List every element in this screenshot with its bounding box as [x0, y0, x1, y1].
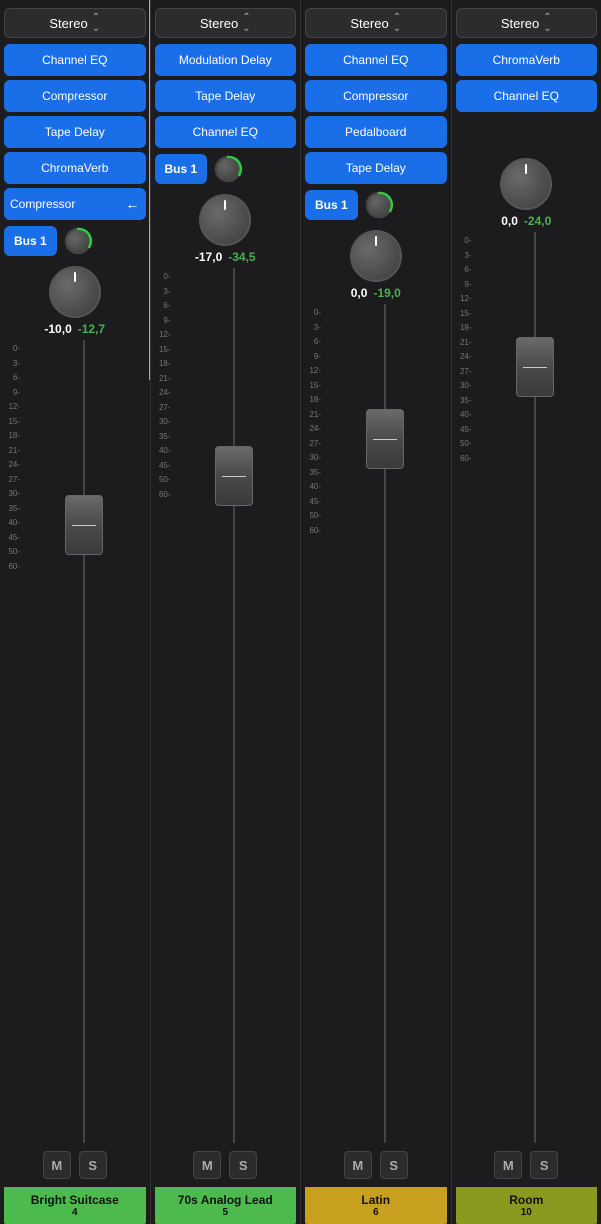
- vol-peak-2: -34,5: [228, 250, 255, 264]
- plugin-pedalboard-3[interactable]: Pedalboard: [305, 116, 447, 148]
- vol-db-4: 0,0: [501, 214, 518, 228]
- pan-indicator-1: [74, 272, 76, 282]
- vol-peak-1: -12,7: [78, 322, 105, 336]
- channel-number-3: 6: [307, 1207, 445, 1218]
- fader-scale-4: 0- 3- 6- 9- 12- 15- 18- 21- 24- 27- 30- …: [456, 232, 474, 1143]
- vol-db-2: -17,0: [195, 250, 222, 264]
- bus-btn-3[interactable]: Bus 1: [305, 190, 358, 220]
- bus-row-3: Bus 1: [305, 190, 447, 220]
- vol-numbers-4: 0,0 -24,0: [501, 214, 551, 228]
- stereo-arrow-4: ⌃⌄: [543, 12, 551, 34]
- fader-handle-2[interactable]: [215, 446, 253, 506]
- plugin-chromaverb-1[interactable]: ChromaVerb: [4, 152, 146, 184]
- channel-label-1: Bright Suitcase4: [4, 1187, 146, 1224]
- pan-knob-3[interactable]: [350, 230, 402, 282]
- mute-btn-3[interactable]: M: [344, 1151, 372, 1179]
- bus-row-2: Bus 1: [155, 154, 297, 184]
- fader-scale-3: 0- 3- 6- 9- 12- 15- 18- 21- 24- 27- 30- …: [305, 304, 323, 1143]
- fader-scale-2: 0- 3- 6- 9- 12- 15- 18- 21- 24- 27- 30- …: [155, 268, 173, 1143]
- bus-knob-inner-1: [67, 230, 89, 252]
- solo-btn-1[interactable]: S: [79, 1151, 107, 1179]
- channel-number-4: 10: [458, 1207, 596, 1218]
- vol-db-3: 0,0: [351, 286, 368, 300]
- fader-handle-1[interactable]: [65, 495, 103, 555]
- fader-scale-1: 0- 3- 6- 9- 12- 15- 18- 21- 24- 27- 30- …: [4, 340, 22, 1143]
- vol-db-1: -10,0: [44, 322, 71, 336]
- channel-number-1: 4: [6, 1207, 144, 1218]
- pan-knob-1[interactable]: [49, 266, 101, 318]
- vol-numbers-3: 0,0 -19,0: [351, 286, 401, 300]
- pan-knob-2[interactable]: [199, 194, 251, 246]
- channel-label-4: Room10: [456, 1187, 598, 1224]
- mute-btn-4[interactable]: M: [494, 1151, 522, 1179]
- plugin-chromaverb-4[interactable]: ChromaVerb: [456, 44, 598, 76]
- plugin-channel-eq-4[interactable]: Channel EQ: [456, 80, 598, 112]
- fader-track-1[interactable]: [22, 340, 146, 1143]
- fader-section-1: 0- 3- 6- 9- 12- 15- 18- 21- 24- 27- 30- …: [4, 340, 146, 1143]
- plugin-tape-delay-1[interactable]: Tape Delay: [4, 116, 146, 148]
- channel-3: Stereo ⌃⌄ Channel EQ Compressor Pedalboa…: [301, 0, 452, 1224]
- fader-track-2[interactable]: [173, 268, 297, 1143]
- fader-track-3[interactable]: [323, 304, 447, 1143]
- ms-row-2: M S: [155, 1143, 297, 1187]
- back-arrow-icon: ←: [126, 196, 140, 213]
- plugin-channel-eq-3[interactable]: Channel EQ: [305, 44, 447, 76]
- stereo-label-2: Stereo: [200, 16, 238, 31]
- fader-section-3: 0- 3- 6- 9- 12- 15- 18- 21- 24- 27- 30- …: [305, 304, 447, 1143]
- stereo-select-2[interactable]: Stereo ⌃⌄: [155, 8, 297, 38]
- plugins-4: ChromaVerb Channel EQ: [456, 44, 598, 112]
- plugin-channel-eq-2[interactable]: Channel EQ: [155, 116, 297, 148]
- stereo-select-3[interactable]: Stereo ⌃⌄: [305, 8, 447, 38]
- plugin-tape-delay-2[interactable]: Tape Delay: [155, 80, 297, 112]
- plugins-2: Modulation Delay Tape Delay Channel EQ: [155, 44, 297, 148]
- plugin-compressor2-1[interactable]: Compressor ←: [4, 188, 146, 220]
- channel-label-2: 70s Analog Lead5: [155, 1187, 297, 1224]
- plugin-compressor-1[interactable]: Compressor: [4, 80, 146, 112]
- stereo-select-1[interactable]: Stereo ⌃⌄: [4, 8, 146, 38]
- bus-knob-2[interactable]: [213, 154, 243, 184]
- ms-row-4: M S: [456, 1143, 598, 1187]
- channel-1: Stereo ⌃⌄ Channel EQ Compressor Tape Del…: [0, 0, 151, 1224]
- stereo-label-1: Stereo: [49, 16, 87, 31]
- fader-section-2: 0- 3- 6- 9- 12- 15- 18- 21- 24- 27- 30- …: [155, 268, 297, 1143]
- stereo-arrow-1: ⌃⌄: [92, 12, 100, 34]
- plugin-modulation-delay-2[interactable]: Modulation Delay: [155, 44, 297, 76]
- plugin-tape-delay-3[interactable]: Tape Delay: [305, 152, 447, 184]
- pan-knob-4[interactable]: [500, 158, 552, 210]
- ms-row-3: M S: [305, 1143, 447, 1187]
- vol-peak-4: -24,0: [524, 214, 551, 228]
- channel-4: Stereo ⌃⌄ ChromaVerb Channel EQ Bus 1 0,…: [452, 0, 601, 1224]
- bus-knob-1[interactable]: [63, 226, 93, 256]
- fader-handle-4[interactable]: [516, 337, 554, 397]
- channel-number-2: 5: [157, 1207, 295, 1218]
- mute-btn-2[interactable]: M: [193, 1151, 221, 1179]
- bus-row-1: Bus 1: [4, 226, 146, 256]
- channel-label-3: Latin6: [305, 1187, 447, 1224]
- stereo-label-4: Stereo: [501, 16, 539, 31]
- stereo-select-4[interactable]: Stereo ⌃⌄: [456, 8, 598, 38]
- channel-2: Stereo ⌃⌄ Modulation Delay Tape Delay Ch…: [151, 0, 302, 1224]
- plugins-1: Channel EQ Compressor Tape Delay ChromaV…: [4, 44, 146, 220]
- ms-row-1: M S: [4, 1143, 146, 1187]
- vol-numbers-1: -10,0 -12,7: [44, 322, 105, 336]
- mute-btn-1[interactable]: M: [43, 1151, 71, 1179]
- plugin-channel-eq-1[interactable]: Channel EQ: [4, 44, 146, 76]
- bus-btn-1[interactable]: Bus 1: [4, 226, 57, 256]
- stereo-arrow-2: ⌃⌄: [242, 12, 250, 34]
- fader-handle-3[interactable]: [366, 409, 404, 469]
- mixer: Stereo ⌃⌄ Channel EQ Compressor Tape Del…: [0, 0, 601, 1224]
- solo-btn-2[interactable]: S: [229, 1151, 257, 1179]
- fader-track-4[interactable]: [474, 232, 598, 1143]
- solo-btn-4[interactable]: S: [530, 1151, 558, 1179]
- stereo-label-3: Stereo: [350, 16, 388, 31]
- bus-knob-3[interactable]: [364, 190, 394, 220]
- vol-numbers-2: -17,0 -34,5: [195, 250, 256, 264]
- fader-section-4: 0- 3- 6- 9- 12- 15- 18- 21- 24- 27- 30- …: [456, 232, 598, 1143]
- bus-btn-2[interactable]: Bus 1: [155, 154, 208, 184]
- vol-peak-3: -19,0: [373, 286, 400, 300]
- stereo-arrow-3: ⌃⌄: [393, 12, 401, 34]
- plugins-3: Channel EQ Compressor Pedalboard Tape De…: [305, 44, 447, 184]
- solo-btn-3[interactable]: S: [380, 1151, 408, 1179]
- plugin-compressor-3[interactable]: Compressor: [305, 80, 447, 112]
